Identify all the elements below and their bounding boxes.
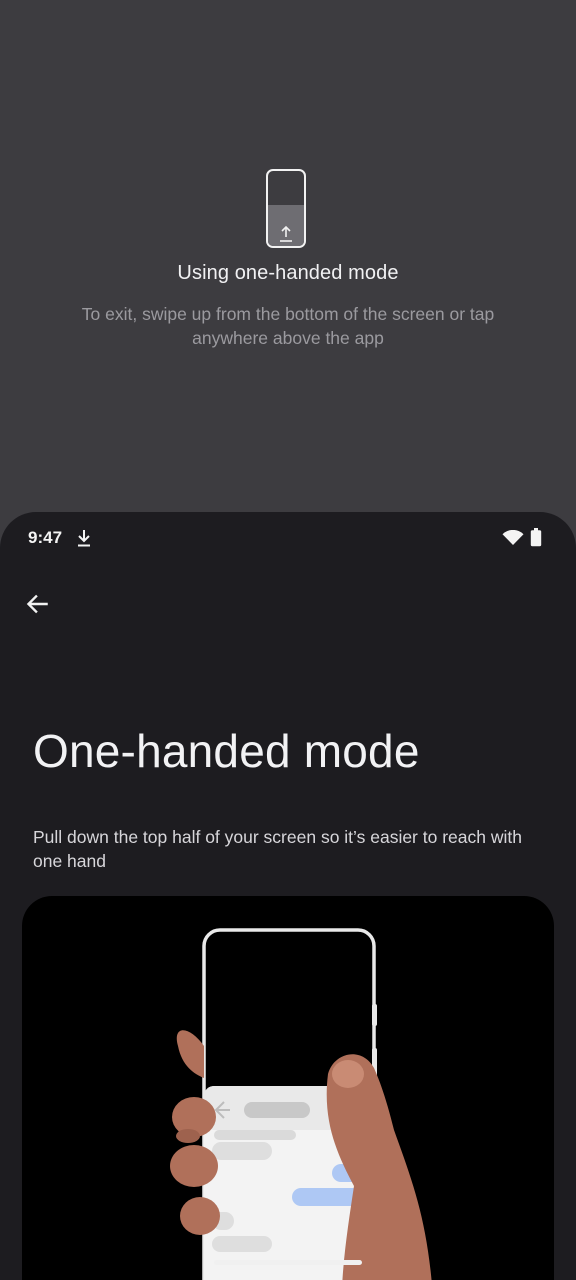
status-bar: 9:47 xyxy=(0,512,576,564)
arrow-back-icon xyxy=(26,594,48,614)
screen: Using one-handed mode To exit, swipe up … xyxy=(0,0,576,1280)
back-button[interactable] xyxy=(14,580,62,628)
one-handed-hint-title: Using one-handed mode xyxy=(177,262,399,284)
app-window: 9:47 One-handed mode Pull down the top h… xyxy=(0,512,576,1280)
status-time: 9:47 xyxy=(28,528,63,547)
hand-holding-phone-illustration xyxy=(22,896,554,1280)
page-title: One-handed mode xyxy=(33,725,420,777)
one-handed-phone-icon xyxy=(266,169,306,248)
gesture-nav-handle[interactable] xyxy=(214,1260,362,1265)
battery-icon xyxy=(530,528,542,547)
download-icon xyxy=(78,530,90,547)
one-handed-hint-body: To exit, swipe up from the bottom of the… xyxy=(81,304,495,348)
page-description: Pull down the top half of your screen so… xyxy=(33,827,522,871)
wifi-icon xyxy=(502,530,524,545)
one-handed-exit-area[interactable]: Using one-handed mode To exit, swipe up … xyxy=(0,0,576,520)
